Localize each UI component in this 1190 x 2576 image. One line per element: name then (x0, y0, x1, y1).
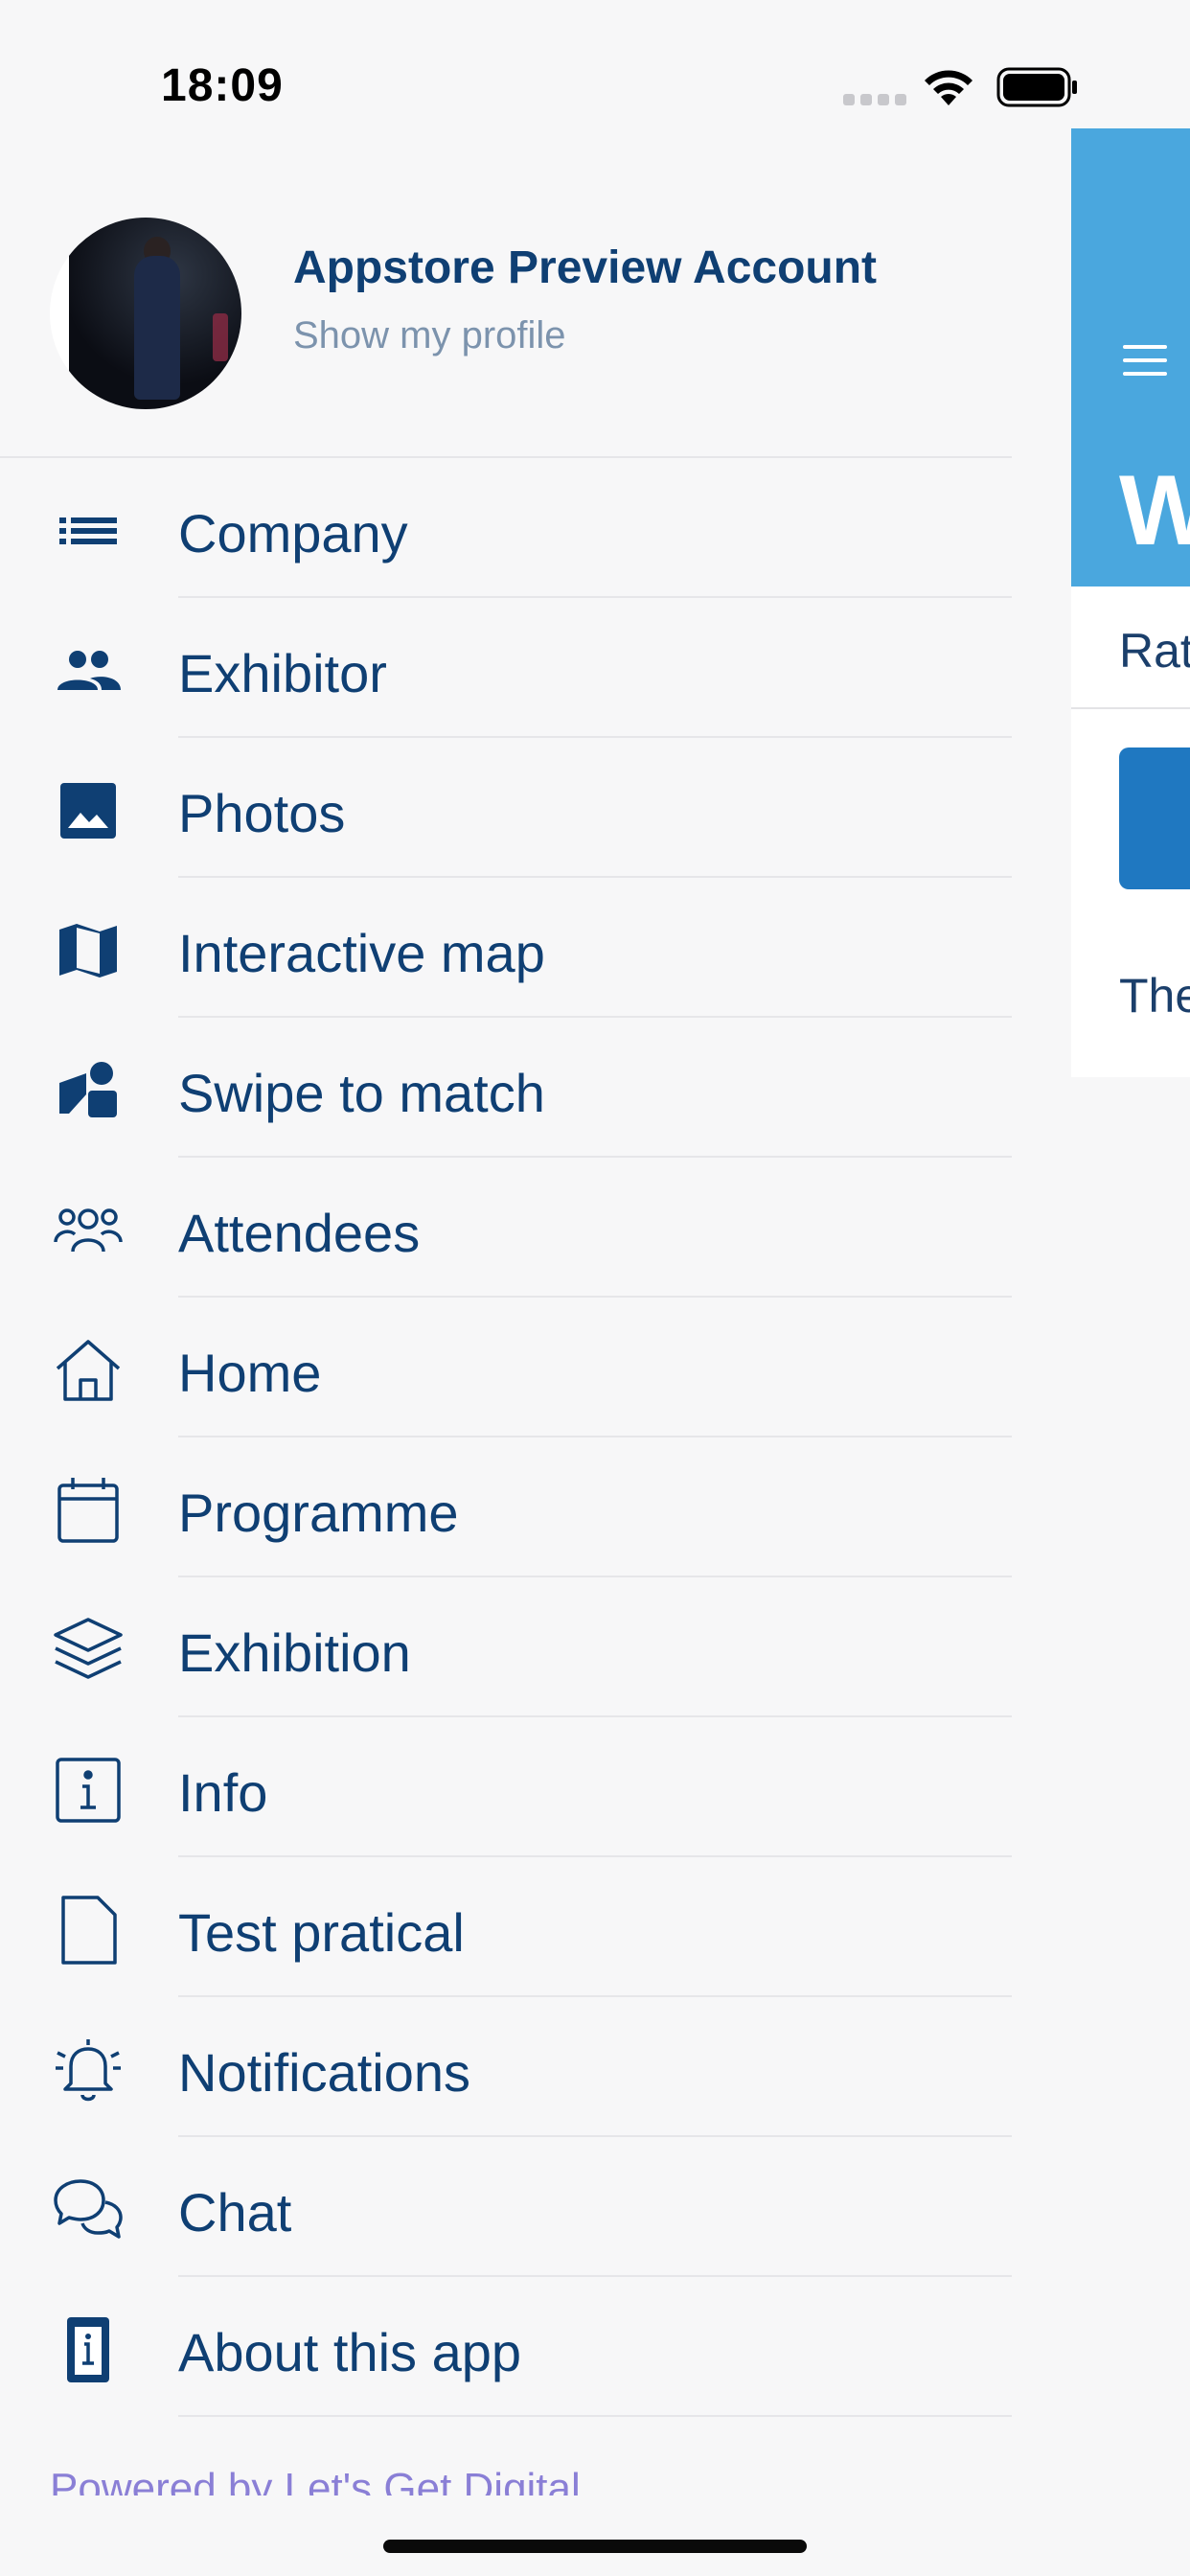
background-screen[interactable]: W Rat The (1071, 128, 1190, 1077)
about-icon (50, 2312, 126, 2388)
hamburger-menu-icon[interactable] (1123, 345, 1167, 376)
calendar-icon (50, 1472, 126, 1549)
menu-item-exhibition[interactable]: Exhibition (0, 1577, 1012, 1717)
document-icon (50, 1892, 126, 1968)
menu-label: Home (178, 1343, 322, 1403)
cellular-signal-icon (843, 94, 906, 105)
bell-icon (50, 2032, 126, 2108)
background-button[interactable] (1119, 748, 1190, 889)
show-profile-link[interactable]: Show my profile (293, 314, 566, 357)
menu-label: Interactive map (178, 923, 545, 983)
menu-label: Programme (178, 1483, 459, 1543)
list-icon (50, 493, 126, 569)
menu-label: Exhibition (178, 1622, 411, 1683)
menu-label: Attendees (178, 1203, 421, 1263)
menu-item-programme[interactable]: Programme (0, 1438, 1012, 1577)
menu-item-company[interactable]: Company (0, 458, 1012, 598)
background-text: The (1119, 969, 1190, 1023)
menu-item-info[interactable]: Info (0, 1717, 1012, 1857)
avatar[interactable] (50, 218, 241, 409)
background-title: W (1119, 455, 1190, 566)
attendees-icon (50, 1192, 126, 1269)
menu-label: Company (178, 503, 408, 564)
footer-text: Powered by Let's Get Digital (50, 2465, 581, 2496)
battery-icon (996, 67, 1077, 107)
side-drawer: Appstore Preview Account Show my profile… (0, 128, 1012, 2496)
info-icon (50, 1752, 126, 1828)
menu-item-attendees[interactable]: Attendees (0, 1158, 1012, 1298)
chat-icon (50, 2172, 126, 2248)
menu-list: Company Exhibitor Photos Interactive map… (0, 458, 1012, 2417)
menu-item-interactive-map[interactable]: Interactive map (0, 878, 1012, 1018)
menu-item-test-pratical[interactable]: Test pratical (0, 1857, 1012, 1997)
menu-label: Chat (178, 2182, 292, 2242)
menu-item-swipe-to-match[interactable]: Swipe to match (0, 1018, 1012, 1158)
powered-by-link[interactable]: Powered by Let's Get Digital (50, 2457, 912, 2496)
menu-label: About this app (178, 2322, 522, 2382)
status-time: 18:09 (161, 60, 284, 111)
menu-label: Photos (178, 783, 346, 843)
menu-label: Test pratical (178, 1902, 465, 1963)
menu-item-about-this-app[interactable]: About this app (0, 2277, 1012, 2417)
menu-label: Swipe to match (178, 1063, 545, 1123)
menu-item-notifications[interactable]: Notifications (0, 1997, 1012, 2137)
profile-name: Appstore Preview Account (293, 242, 878, 293)
people-icon (50, 632, 126, 709)
home-indicator[interactable] (383, 2540, 807, 2553)
menu-item-exhibitor[interactable]: Exhibitor (0, 598, 1012, 738)
swipe-match-icon (50, 1052, 126, 1129)
menu-label: Info (178, 1762, 268, 1823)
menu-item-chat[interactable]: Chat (0, 2137, 1012, 2277)
layers-icon (50, 1612, 126, 1689)
menu-label: Exhibitor (178, 643, 387, 703)
status-bar: 18:09 (0, 0, 1190, 125)
screen: 18:09 W Rat The Appstore Preview Account (0, 0, 1190, 2576)
photo-icon (50, 772, 126, 849)
background-tab[interactable]: Rat (1119, 623, 1190, 678)
menu-label: Notifications (178, 2042, 471, 2103)
menu-item-home[interactable]: Home (0, 1298, 1012, 1438)
wifi-icon (925, 70, 973, 105)
map-icon (50, 912, 126, 989)
home-icon (50, 1332, 126, 1409)
profile-header[interactable]: Appstore Preview Account Show my profile (0, 128, 1012, 458)
menu-item-photos[interactable]: Photos (0, 738, 1012, 878)
